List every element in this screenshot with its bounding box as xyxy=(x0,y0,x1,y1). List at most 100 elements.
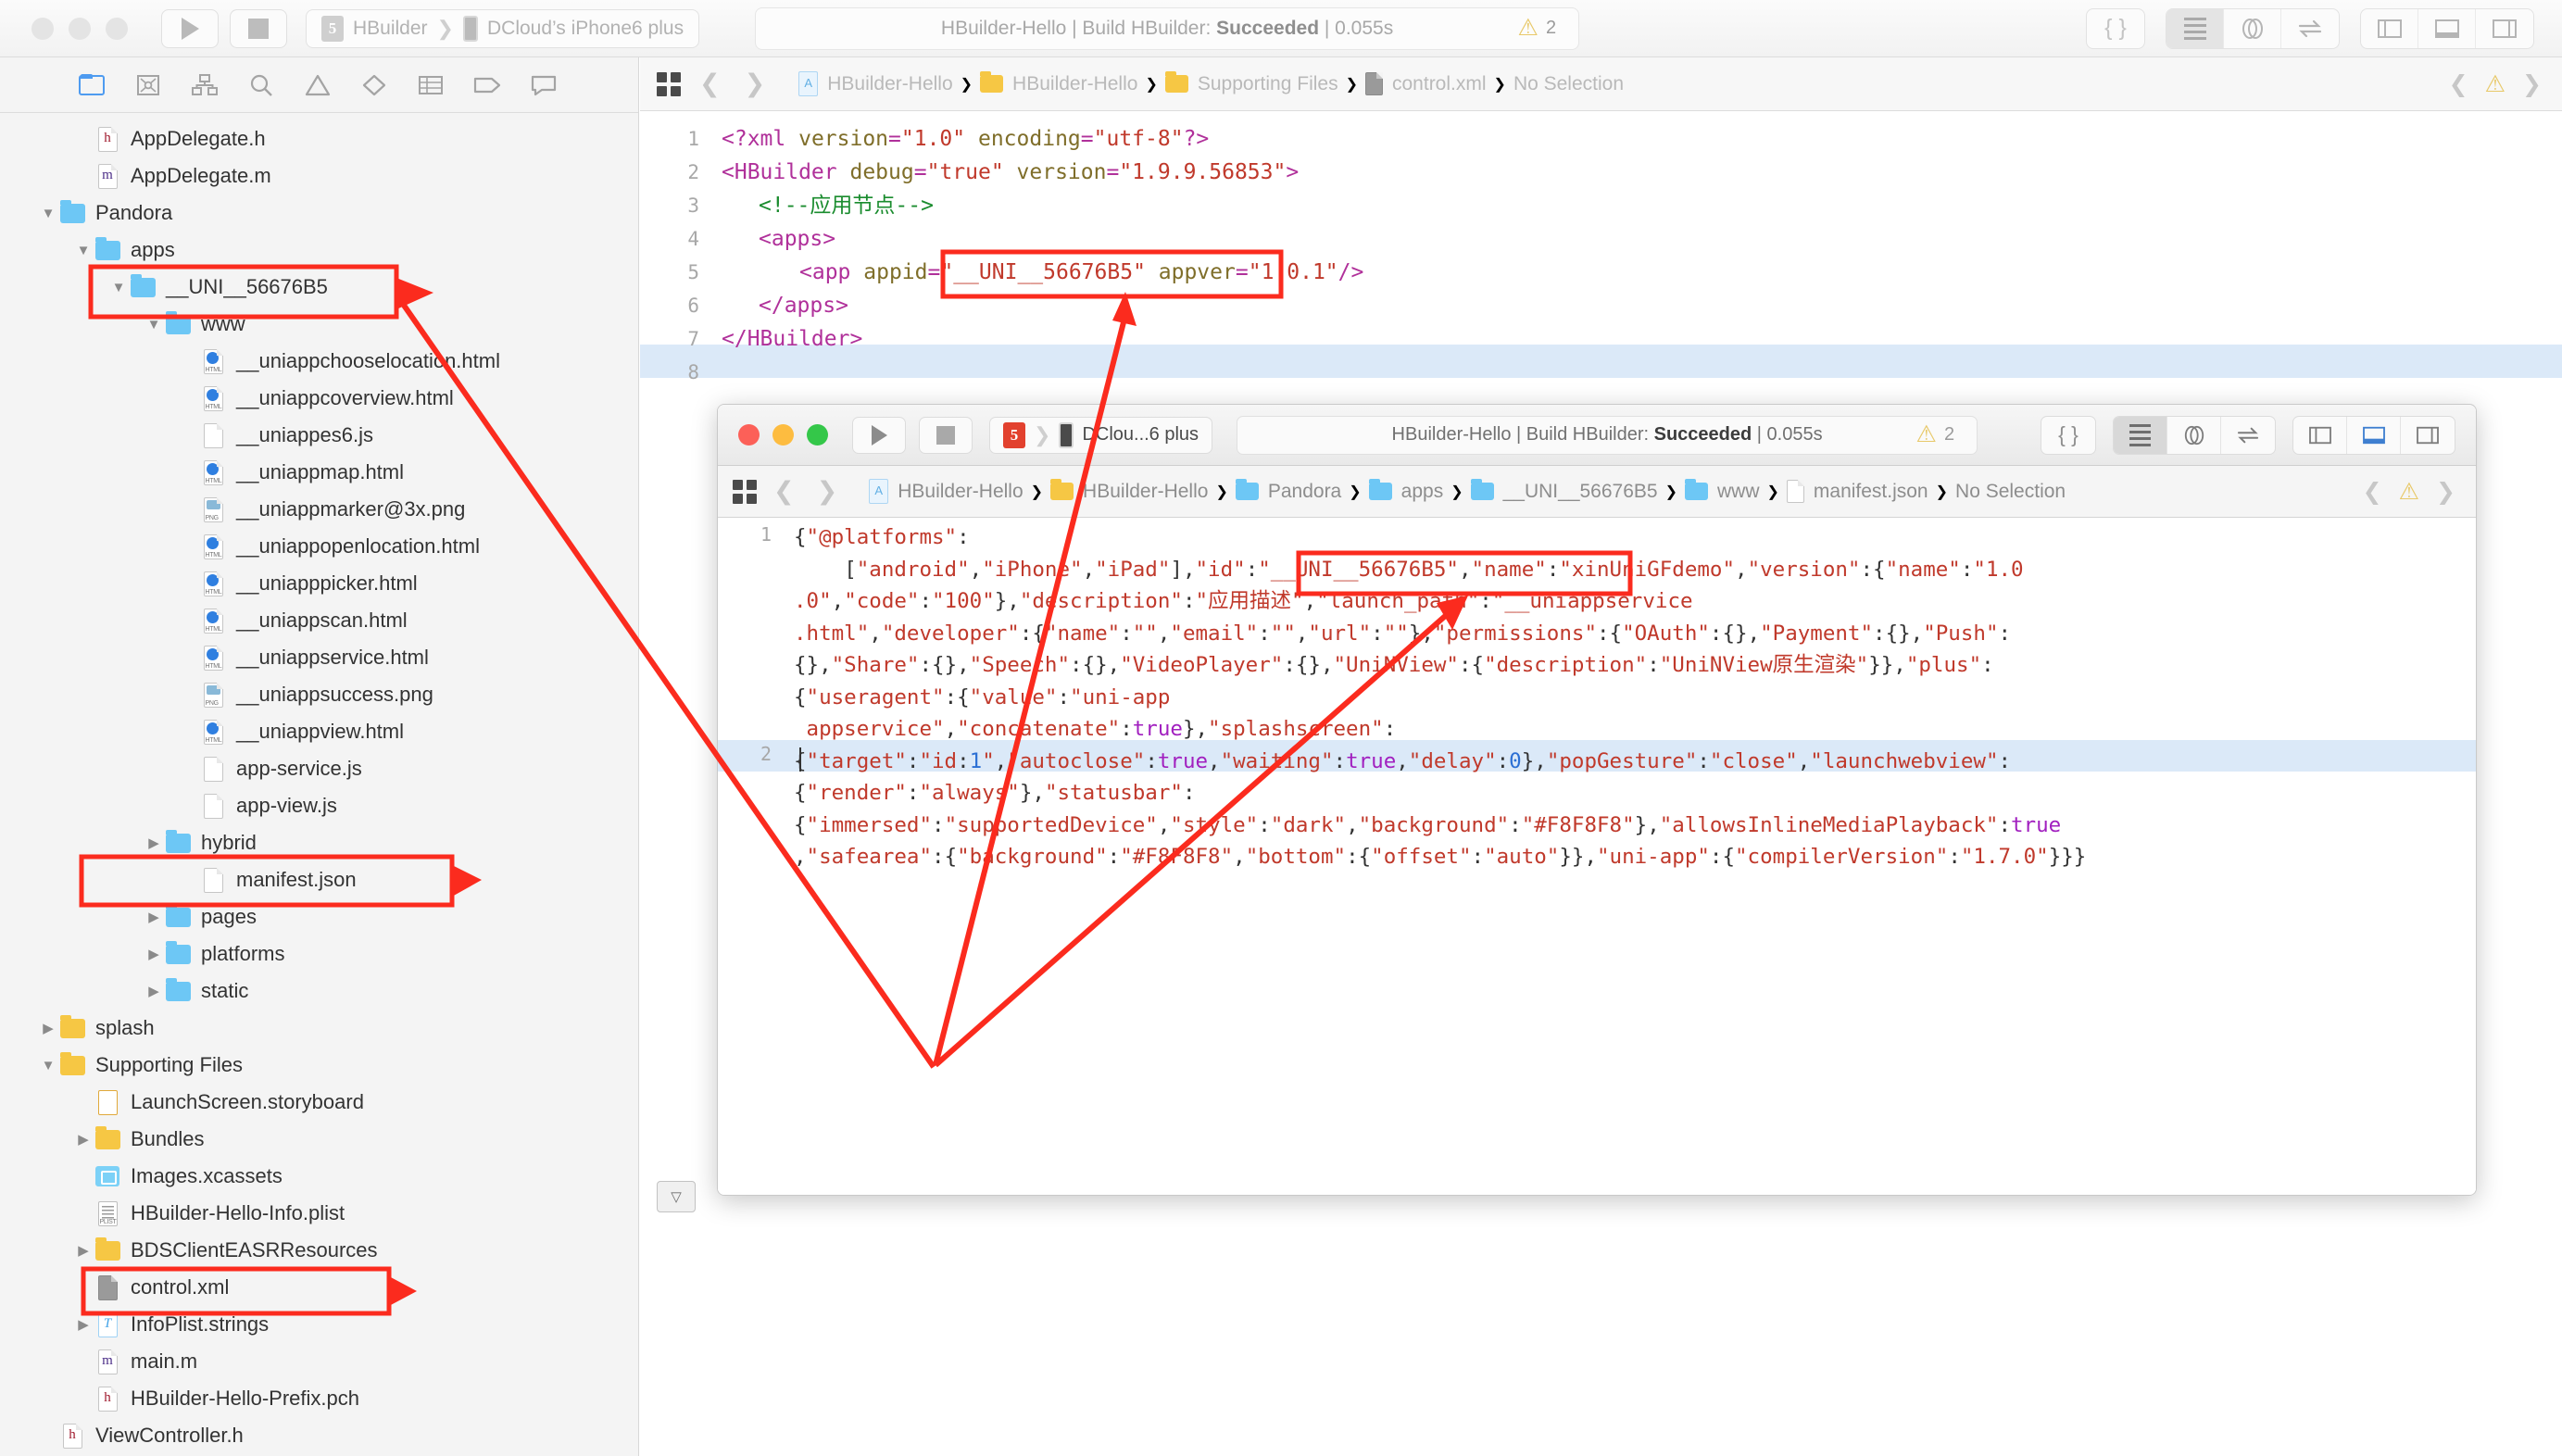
tree-row[interactable]: ▶ control.xml xyxy=(0,1269,638,1306)
tree-row[interactable]: ▶ pages xyxy=(0,898,638,935)
breadcrumb-item[interactable]: www xyxy=(1684,479,1759,503)
project-file-tree[interactable]: ▶hAppDelegate.h▶mAppDelegate.m▼Pandora▼a… xyxy=(0,113,638,1454)
tree-row[interactable]: ▶ Images.xcassets xyxy=(0,1158,638,1195)
disclosure-triangle-open-icon[interactable]: ▼ xyxy=(72,243,94,258)
sidebar-item-debug-navigator[interactable] xyxy=(402,64,458,107)
inner-forward-button[interactable]: ❯ xyxy=(811,477,844,506)
standard-editor-button[interactable] xyxy=(2166,8,2224,48)
disclosure-triangle-closed-icon[interactable]: ▶ xyxy=(72,1316,94,1333)
tree-row[interactable]: ▶h ViewController.h xyxy=(0,1417,638,1454)
inner-back-button[interactable]: ❮ xyxy=(768,477,800,506)
tree-row[interactable]: ▶ LaunchScreen.storyboard xyxy=(0,1084,638,1121)
tree-row[interactable]: ▶ Bundles xyxy=(0,1121,638,1158)
forward-button[interactable]: ❯ xyxy=(739,69,772,98)
disclosure-triangle-closed-icon[interactable]: ▶ xyxy=(143,983,165,999)
sidebar-item-issue-navigator[interactable] xyxy=(289,64,345,107)
toggle-debug-button[interactable] xyxy=(2418,8,2476,48)
inner-assistant-editor-button[interactable] xyxy=(2167,416,2221,454)
inner-warning-indicator[interactable]: ⚠ 2 xyxy=(1916,423,1955,446)
tree-row[interactable]: ▼ apps xyxy=(0,232,638,269)
tree-row[interactable]: ▶ manifest.json xyxy=(0,861,638,898)
breadcrumb-item[interactable]: HBuilder-Hello xyxy=(798,71,953,96)
maximize-button[interactable] xyxy=(106,17,128,40)
sidebar-item-breakpoint-navigator[interactable] xyxy=(458,64,515,107)
breadcrumb-item[interactable]: No Selection xyxy=(1955,481,2066,503)
inner-toggle-debug-button[interactable] xyxy=(2347,416,2401,454)
tree-row[interactable]: ▶m AppDelegate.m xyxy=(0,157,638,195)
disclosure-triangle-closed-icon[interactable]: ▶ xyxy=(143,946,165,962)
tree-row[interactable]: ▶HTML __uniappopenlocation.html xyxy=(0,528,638,565)
tree-row[interactable]: ▶h AppDelegate.h xyxy=(0,120,638,157)
related-items-icon[interactable] xyxy=(733,479,757,504)
code-snippet-button[interactable]: { } xyxy=(2087,9,2144,48)
breadcrumb-item[interactable]: HBuilder-Hello xyxy=(980,71,1137,95)
inner-version-editor-button[interactable] xyxy=(2221,417,2275,454)
disclosure-triangle-closed-icon[interactable]: ▶ xyxy=(143,909,165,925)
json-code-editor[interactable]: 1 2 {"@platforms": ["android","iPhone","… xyxy=(718,518,2476,1195)
inner-breadcrumb[interactable]: HBuilder-Hello ❯ HBuilder-Hello ❯ Pandora ❯ ap… xyxy=(869,479,2066,504)
tree-row[interactable]: ▶HTML __uniappview.html xyxy=(0,713,638,750)
tree-row[interactable]: ▶HTML __uniapppicker.html xyxy=(0,565,638,602)
toggle-navigator-button[interactable] xyxy=(2361,8,2418,48)
version-editor-button[interactable] xyxy=(2281,9,2339,48)
tree-row[interactable]: ▶PNG __uniappmarker@3x.png xyxy=(0,491,638,528)
tree-row[interactable]: ▶ hybrid xyxy=(0,824,638,861)
tree-row[interactable]: ▶ app-view.js xyxy=(0,787,638,824)
inner-maximize-button[interactable] xyxy=(807,424,828,446)
breadcrumb-item[interactable]: apps xyxy=(1368,479,1443,503)
stop-button[interactable] xyxy=(230,8,287,48)
tree-row[interactable]: ▼ www xyxy=(0,306,638,343)
breadcrumb-item[interactable]: HBuilder-Hello xyxy=(869,479,1024,504)
tree-row[interactable]: ▶HTML __uniappservice.html xyxy=(0,639,638,676)
inner-code-snippet-button[interactable]: { } xyxy=(2041,417,2095,454)
jump-bar-toggle[interactable]: ▽ xyxy=(657,1181,696,1212)
disclosure-triangle-closed-icon[interactable]: ▶ xyxy=(143,835,165,851)
tree-row[interactable]: ▼ Supporting Files xyxy=(0,1047,638,1084)
sidebar-item-find-navigator[interactable] xyxy=(232,64,289,107)
tree-row[interactable]: ▶HTML __uniappmap.html xyxy=(0,454,638,491)
run-button[interactable] xyxy=(161,8,219,48)
tree-row[interactable]: ▶HTML __uniappchooselocation.html xyxy=(0,343,638,380)
inner-run-button[interactable] xyxy=(852,416,906,454)
inner-minimize-button[interactable] xyxy=(772,424,794,446)
next-issue-button[interactable]: ❯ xyxy=(2522,70,2542,98)
inner-issue-warning-icon[interactable]: ⚠ xyxy=(2399,478,2419,506)
breadcrumb-item[interactable]: control.xml xyxy=(1365,72,1487,95)
related-items-icon[interactable] xyxy=(657,71,681,96)
assistant-editor-button[interactable] xyxy=(2224,8,2281,48)
disclosure-triangle-closed-icon[interactable]: ▶ xyxy=(72,1242,94,1259)
tree-row[interactable]: ▶h HBuilder-Hello-Prefix.pch xyxy=(0,1380,638,1417)
inner-next-issue-button[interactable]: ❯ xyxy=(2436,478,2455,506)
tree-row[interactable]: ▶PLIST HBuilder-Hello-Info.plist xyxy=(0,1195,638,1232)
inner-close-button[interactable] xyxy=(738,424,760,446)
tree-row[interactable]: ▶ splash xyxy=(0,1010,638,1047)
inner-previous-issue-button[interactable]: ❮ xyxy=(2363,478,2382,506)
inner-toggle-utilities-button[interactable] xyxy=(2401,417,2455,454)
tree-row[interactable]: ▶ __uniappes6.js xyxy=(0,417,638,454)
breadcrumb-item[interactable]: Supporting Files xyxy=(1164,71,1338,95)
disclosure-triangle-open-icon[interactable]: ▼ xyxy=(143,317,165,333)
tree-row[interactable]: ▶ BDSClientEASRResources xyxy=(0,1232,638,1269)
tree-row[interactable]: ▼ Pandora xyxy=(0,195,638,232)
inner-standard-editor-button[interactable] xyxy=(2114,416,2167,454)
back-button[interactable]: ❮ xyxy=(694,69,726,98)
previous-issue-button[interactable]: ❮ xyxy=(2449,70,2468,98)
tree-row[interactable]: ▼ __UNI__56676B5 xyxy=(0,269,638,306)
inner-toggle-navigator-button[interactable] xyxy=(2293,416,2347,454)
sidebar-item-report-navigator[interactable] xyxy=(515,64,571,107)
tree-row[interactable]: ▶ app-service.js xyxy=(0,750,638,787)
breadcrumb-item[interactable]: manifest.json xyxy=(1786,480,1928,503)
tree-row[interactable]: ▶HTML __uniappscan.html xyxy=(0,602,638,639)
warning-indicator[interactable]: ⚠ 2 xyxy=(1518,17,1557,40)
disclosure-triangle-closed-icon[interactable]: ▶ xyxy=(37,1020,59,1036)
close-button[interactable] xyxy=(31,17,54,40)
sidebar-item-source-control[interactable] xyxy=(119,64,176,107)
tree-row[interactable]: ▶m main.m xyxy=(0,1343,638,1380)
tree-row[interactable]: ▶ platforms xyxy=(0,935,638,973)
tree-row[interactable]: ▶PNG __uniappsuccess.png xyxy=(0,676,638,713)
inner-stop-button[interactable] xyxy=(919,416,973,454)
sidebar-item-project-navigator[interactable] xyxy=(63,64,119,107)
sidebar-item-test-navigator[interactable] xyxy=(345,64,402,107)
minimize-button[interactable] xyxy=(69,17,91,40)
disclosure-triangle-open-icon[interactable]: ▼ xyxy=(37,1058,59,1073)
